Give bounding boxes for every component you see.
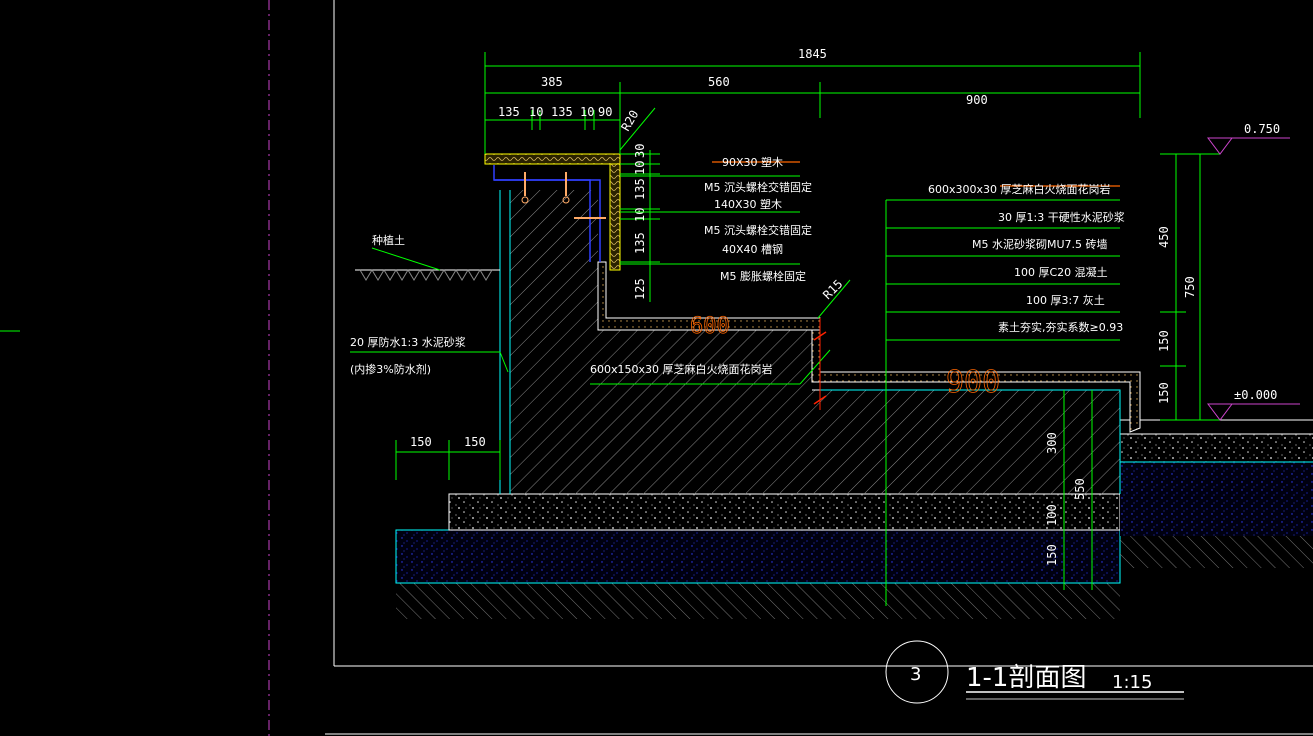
dim-100: 100: [1045, 504, 1059, 526]
note-waterproof-2: (内掺3%防水剂): [350, 362, 431, 376]
title-block: 3 1-1剖面图 1:15: [885, 640, 1184, 704]
dim-overall: 1845: [798, 47, 827, 61]
dim-150b: 150: [1157, 382, 1171, 404]
compacted-soil: [396, 583, 1120, 619]
title-scale: 1:15: [1112, 672, 1152, 693]
note-left-5: M5 膨胀螺栓固定: [720, 269, 806, 283]
note-planting-soil: 种植土: [372, 233, 405, 247]
concrete-layer: [448, 493, 1121, 531]
note-waterproof-1: 20 厚防水1:3 水泥砂浆: [350, 335, 466, 349]
ground-earth-right: [1120, 536, 1313, 568]
title-number: 3: [910, 664, 921, 685]
note-left-0: 90X30 塑木: [722, 155, 783, 169]
dim-a3: 135: [551, 105, 573, 119]
dim-385: 385: [541, 75, 563, 89]
dim-450: 450: [1157, 226, 1171, 248]
cap-vertical-dimensions: 30 10 135 10 135 125: [620, 144, 660, 302]
dim-150a: 150: [1157, 330, 1171, 352]
note-right-0: 600x300x30 厚芝麻白火烧面花岗岩: [928, 182, 1111, 196]
overlay-900: 900: [946, 365, 1000, 400]
dim-bl-a: 150: [410, 435, 432, 449]
dim-a2: 10: [529, 105, 543, 119]
top-dimensions: 1845 385 560 900 135 10 135 10 90 R20: [484, 47, 1141, 154]
cad-drawing-canvas: 种植土 1845 385 560 900 135 10 135 10 90 R2…: [0, 0, 1313, 736]
ground-concrete-right: [1120, 434, 1313, 462]
note-left-4: 40X40 槽钢: [722, 243, 783, 256]
note-right-2: M5 水泥砂浆砌MU7.5 砖墙: [972, 237, 1108, 251]
dim-550: 550: [1073, 478, 1087, 500]
title-name: 1-1剖面图: [966, 663, 1086, 693]
dim-r15: R15: [820, 277, 845, 302]
note-left-2: 140X30 塑木: [714, 197, 782, 211]
dim-135b: 135: [633, 232, 647, 254]
note-right-4: 100 厚3:7 灰土: [1026, 293, 1105, 307]
dim-a5: 90: [598, 105, 612, 119]
note-left-3: M5 沉头螺栓交错固定: [704, 223, 812, 237]
dim-30: 30: [633, 144, 647, 158]
ground-lime-right: [1120, 462, 1313, 536]
dim-300: 300: [1045, 432, 1059, 454]
note-left-1: M5 沉头螺栓交错固定: [704, 180, 812, 194]
right-vertical-dims: 450 750 150 150 0.750 ±0.000: [1157, 122, 1300, 421]
level-top: 0.750: [1244, 122, 1280, 136]
planting-soil: 种植土: [355, 233, 500, 281]
dim-10b: 10: [633, 208, 647, 222]
dim-r20: R20: [618, 108, 641, 134]
note-right-3: 100 厚C20 混凝土: [1014, 265, 1108, 279]
lime-soil-layer: [395, 529, 1121, 584]
note-seat: 600x150x30 厚芝麻白火烧面花岗岩: [590, 362, 773, 376]
dim-135a: 135: [633, 178, 647, 200]
note-waterproof-group: 20 厚防水1:3 水泥砂浆 (内掺3%防水剂): [350, 335, 509, 376]
dim-560: 560: [708, 75, 730, 89]
dim-10a: 10: [633, 161, 647, 175]
dim-125: 125: [633, 278, 647, 300]
note-right-5: 素土夯实,夯实系数≥0.93: [998, 320, 1123, 334]
overlay-600: 600: [690, 314, 730, 339]
dim-150: 150: [1045, 544, 1059, 566]
dim-900: 900: [966, 93, 988, 107]
bottom-left-dims: 150 150: [395, 435, 501, 480]
dim-a4: 10: [580, 105, 594, 119]
note-right-1: 30 厚1:3 干硬性水泥砂浆: [998, 210, 1125, 224]
dim-a1: 135: [498, 105, 520, 119]
dim-750: 750: [1183, 276, 1197, 298]
dim-bl-b: 150: [464, 435, 486, 449]
level-ground: ±0.000: [1234, 388, 1277, 402]
